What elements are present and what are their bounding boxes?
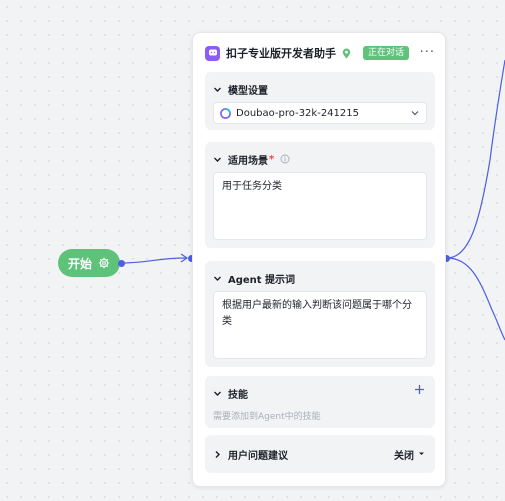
- required-mark: *: [269, 153, 275, 165]
- chevron-down-icon[interactable]: [213, 274, 222, 283]
- more-icon[interactable]: ···: [420, 46, 435, 59]
- model-select[interactable]: Doubao-pro-32k-241215: [213, 102, 427, 124]
- prompt-header[interactable]: Agent 提示词: [213, 271, 296, 286]
- suggestions-toggle-select[interactable]: 关闭: [394, 447, 425, 462]
- caret-down-icon: [418, 449, 425, 460]
- status-badge: 正在对话: [363, 46, 410, 60]
- add-skill-plus-icon[interactable]: [414, 384, 425, 395]
- suggestions-header[interactable]: 用户问题建议: [213, 447, 288, 462]
- chevron-down-icon[interactable]: [410, 108, 420, 118]
- node-to-upper-edge: [446, 59, 505, 259]
- scenario-title: 适用场景: [228, 155, 268, 167]
- prompt-title: Agent 提示词: [228, 274, 296, 286]
- start-node-label: 开始: [67, 256, 92, 271]
- prompt-section: Agent 提示词 根据用户最新的输入判断该问题属于哪个分类: [205, 261, 435, 367]
- chat-bubble-icon: [205, 45, 220, 61]
- scenario-textarea[interactable]: 用于任务分类: [213, 172, 427, 240]
- model-select-value: Doubao-pro-32k-241215: [236, 107, 359, 119]
- info-icon[interactable]: [280, 154, 290, 164]
- scenario-header[interactable]: 适用场景 *: [213, 152, 290, 167]
- skills-hint: 需要添加到Agent中的技能: [213, 412, 321, 422]
- node-to-lower-edge: [446, 257, 505, 341]
- model-settings-title: 模型设置: [228, 85, 268, 97]
- chevron-down-icon[interactable]: [213, 155, 222, 164]
- skills-header[interactable]: 技能: [213, 386, 248, 401]
- node-title: 扣子专业版开发者助手: [226, 47, 336, 60]
- agent-node-card[interactable]: 扣子专业版开发者助手 正在对话 ··· 模型设置 Doubao-pro-32k-…: [192, 32, 446, 487]
- start-output-port[interactable]: [118, 260, 125, 267]
- start-to-node-edge: [120, 257, 187, 264]
- prompt-textarea[interactable]: 根据用户最新的输入判断该问题属于哪个分类: [213, 291, 427, 359]
- model-settings-header[interactable]: 模型设置: [213, 82, 268, 97]
- suggestions-value: 关闭: [394, 451, 414, 462]
- location-pin-icon: [342, 48, 351, 59]
- skills-section: 技能 需要添加到Agent中的技能: [205, 376, 435, 428]
- start-node[interactable]: 开始: [58, 249, 120, 277]
- scenario-section: 适用场景 * 用于任务分类: [205, 142, 435, 248]
- node-header: 扣子专业版开发者助手 正在对话 ···: [205, 43, 435, 63]
- chevron-down-icon[interactable]: [213, 85, 222, 94]
- model-settings-section: 模型设置 Doubao-pro-32k-241215: [205, 72, 435, 130]
- chevron-down-icon[interactable]: [213, 389, 222, 398]
- skills-title: 技能: [228, 389, 248, 401]
- suggestions-title: 用户问题建议: [228, 450, 288, 462]
- model-logo-icon: [220, 107, 231, 119]
- edge-arrow-head: [180, 253, 189, 263]
- gear-icon[interactable]: [98, 257, 110, 269]
- suggestions-section: 用户问题建议 关闭: [205, 435, 435, 473]
- chevron-right-icon[interactable]: [213, 450, 222, 459]
